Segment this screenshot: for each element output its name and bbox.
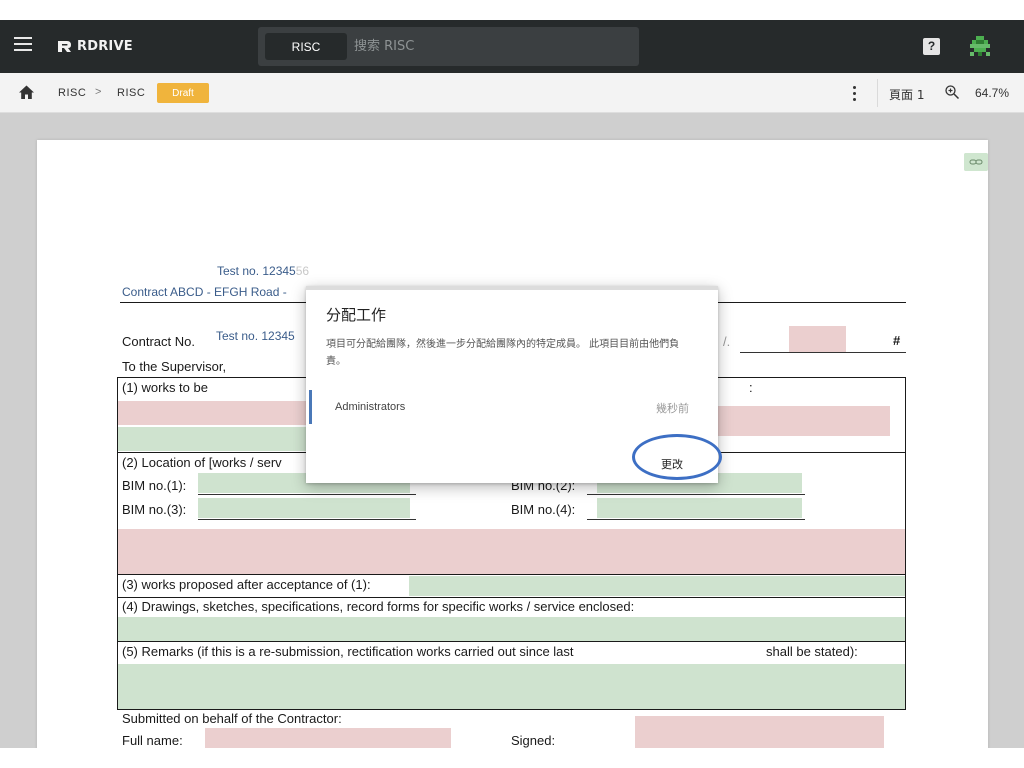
dialog-description: 項目可分配給團隊，然後進一步分配給團隊內的特定成員。 此項目目前由他們負責。: [326, 339, 680, 367]
form-underline: [740, 352, 906, 353]
form-field-highlight[interactable]: [635, 716, 884, 748]
breadcrumb-item-risc-2[interactable]: RISC: [117, 87, 145, 99]
form-field-highlight[interactable]: [198, 498, 410, 518]
assignee-accent-bar: [309, 390, 312, 424]
table-row-divider: [117, 574, 906, 575]
search-scope-chip[interactable]: RISC: [265, 33, 347, 60]
zoom-level[interactable]: 64.7%: [975, 86, 1009, 100]
form-field-highlight[interactable]: [118, 664, 905, 709]
form-underline: [198, 519, 416, 520]
table-border-right: [905, 377, 906, 710]
search-input[interactable]: [354, 35, 624, 57]
link-icon[interactable]: [964, 153, 988, 171]
table-row-divider: [117, 597, 906, 598]
breadcrumb-bar: RISC > RISC Draft 頁面 1 64.7%: [0, 73, 1024, 113]
breadcrumb-separator: >: [95, 86, 102, 98]
form-field-highlight[interactable]: [118, 427, 308, 451]
form-field-highlight[interactable]: [118, 617, 905, 641]
drawings-label: (4) Drawings, sketches, specifications, …: [122, 599, 635, 614]
contract-no-label: Contract No.: [122, 334, 195, 349]
bim-1-label: BIM no.(1):: [122, 478, 187, 493]
contract-no-value: Test no. 12345: [216, 329, 295, 343]
works-to-be-label: (1) works to be: [122, 380, 208, 395]
test-number-label: Test no. 1234556: [217, 264, 309, 278]
contract-header: Contract ABCD - EFGH Road -: [122, 285, 287, 299]
search-bar: RISC: [258, 27, 639, 66]
submitted-label: Submitted on behalf of the Contractor:: [122, 711, 342, 726]
logo-text: RDRIVE: [77, 38, 133, 54]
form-field-highlight[interactable]: [789, 326, 846, 353]
top-strip: [0, 0, 1024, 20]
form-field-highlight[interactable]: [409, 576, 905, 596]
test-number-main: Test no. 12345: [217, 264, 296, 278]
form-underline: [198, 494, 416, 495]
pixel-avatar-icon[interactable]: [968, 34, 992, 58]
form-underline: [587, 519, 805, 520]
hamburger-menu-icon[interactable]: [14, 37, 32, 51]
app-bar: RDRIVE RISC ?: [0, 20, 1024, 73]
remarks-label: (5) Remarks (if this is a re-submission,…: [122, 644, 574, 659]
table-row-divider: [117, 641, 906, 642]
form-field-highlight[interactable]: [205, 728, 451, 748]
remarks-end-label: shall be stated):: [766, 644, 858, 659]
bim-4-label: BIM no.(4):: [511, 502, 576, 517]
bottom-strip: [0, 748, 1024, 768]
status-badge: Draft: [157, 83, 209, 103]
location-label: (2) Location of [works / serv: [122, 455, 282, 470]
toolbar-divider: [877, 79, 878, 107]
form-field-highlight[interactable]: [118, 529, 905, 574]
form-field-highlight[interactable]: [717, 406, 890, 436]
form-underline: [587, 494, 805, 495]
to-supervisor-text: To the Supervisor,: [122, 359, 227, 374]
assignee-name: Administrators: [335, 401, 406, 413]
table-border-bottom: [117, 709, 906, 710]
full-name-label: Full name:: [122, 733, 183, 748]
signed-label: Signed:: [511, 733, 556, 748]
form-field-highlight[interactable]: [118, 401, 308, 425]
works-proposed-label: (3) works proposed after acceptance of (…: [122, 577, 371, 592]
page-indicator[interactable]: 頁面 1: [889, 86, 924, 103]
help-icon[interactable]: ?: [923, 38, 940, 55]
form-field-highlight[interactable]: [597, 498, 802, 518]
rdrive-logo-icon: [58, 41, 71, 52]
test-number-faded: 56: [295, 264, 310, 278]
breadcrumb-item-risc-1[interactable]: RISC: [58, 87, 86, 99]
bim-3-label: BIM no.(3):: [122, 502, 187, 517]
hash-mark: #: [893, 333, 901, 348]
assignee-time: 幾秒前: [656, 402, 689, 415]
more-vertical-icon[interactable]: [848, 83, 860, 103]
logo[interactable]: RDRIVE: [56, 35, 133, 57]
home-icon[interactable]: [18, 84, 35, 101]
colon-label: :: [749, 380, 753, 395]
trailing-dot: /.: [723, 334, 731, 349]
zoom-icon[interactable]: [944, 84, 960, 100]
highlight-circle-annotation: [632, 434, 722, 480]
assignee-list-item[interactable]: Administrators 幾秒前: [309, 386, 714, 428]
dialog-title: 分配工作: [326, 306, 387, 324]
